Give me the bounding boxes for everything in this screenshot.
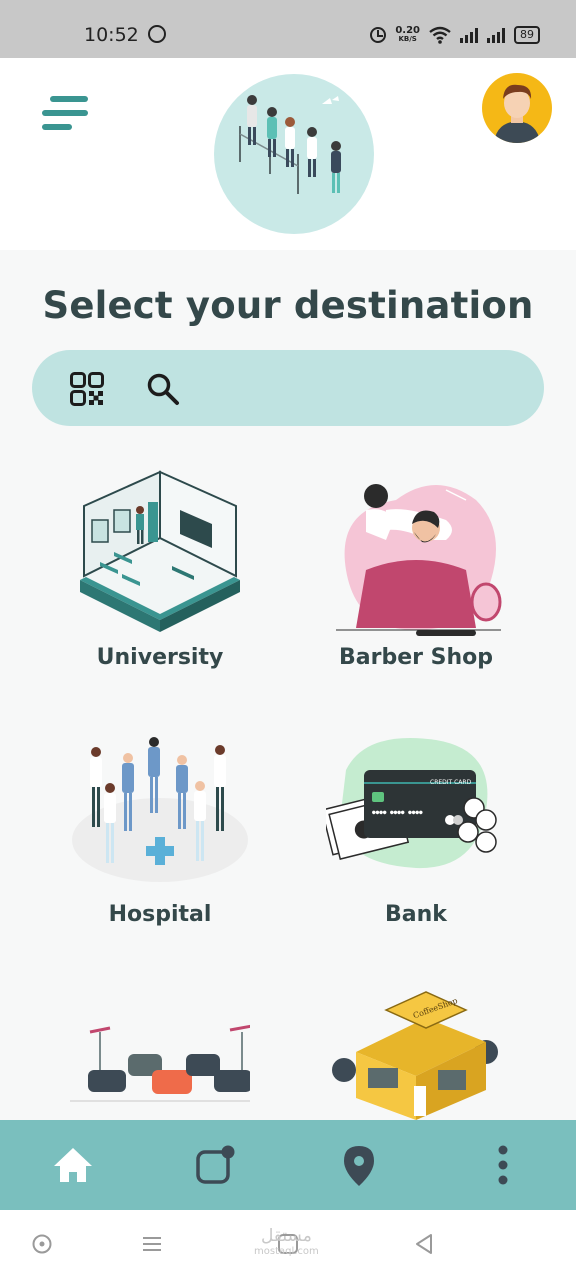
search-bar[interactable] [32, 350, 544, 426]
hospital-staff-illustration [72, 737, 248, 882]
watermark: مستقل mostaql.com [254, 1228, 319, 1260]
battery-icon: 89 [514, 26, 540, 44]
barber-shop-illustration [336, 484, 502, 636]
bottom-navigation [0, 1120, 576, 1210]
battery-level: 89 [520, 28, 534, 41]
card-text: CREDIT CARD [430, 779, 472, 786]
status-bar: 10:52 0.20 KB/S 89 [0, 0, 576, 58]
bank-credit-card-illustration: CREDIT CARD ●●●● ●●●● ●●●● [326, 738, 497, 869]
recent-apps-icon[interactable] [30, 1232, 54, 1256]
status-icons: 0.20 KB/S 89 [370, 24, 540, 46]
back-icon[interactable] [412, 1232, 436, 1256]
watermark-arabic: مستقل [260, 1226, 312, 1246]
destination-card-coffee-shop[interactable]: CoffeeShop [286, 990, 546, 1120]
destination-label: Hospital [108, 902, 212, 927]
watermark-latin: mostaql.com [254, 1246, 319, 1257]
university-classroom-illustration [80, 470, 240, 632]
net-speed-value: 0.20 [395, 25, 420, 36]
location-pin-icon[interactable] [336, 1142, 382, 1188]
net-speed: 0.20 KB/S [395, 26, 420, 44]
search-icon[interactable] [146, 372, 180, 406]
menu-lines-icon[interactable] [140, 1232, 164, 1256]
more-vertical-icon[interactable] [480, 1142, 526, 1188]
signal-icon [460, 27, 478, 43]
user-avatar[interactable] [482, 73, 552, 143]
page-title: Select your destination [42, 284, 534, 327]
people-queue-illustration [214, 74, 374, 234]
destination-card-parking[interactable] [30, 990, 290, 1120]
app-header [0, 58, 576, 250]
destination-label: Bank [385, 902, 447, 927]
destination-card-bank[interactable]: CREDIT CARD ●●●● ●●●● ●●●● Bank [286, 730, 546, 935]
destination-card-barber-shop[interactable]: Barber Shop [286, 470, 546, 680]
notification-square-icon[interactable] [192, 1142, 238, 1188]
svg-text:●●●● ●●●● ●●●●: ●●●● ●●●● ●●●● [372, 809, 423, 816]
system-navigation-bar: مستقل mostaql.com [0, 1210, 576, 1280]
alarm-icon [370, 27, 387, 43]
coffee-shop-illustration: CoffeeShop [332, 991, 498, 1120]
home-icon[interactable] [50, 1142, 96, 1188]
destination-label: Barber Shop [338, 645, 493, 670]
destination-label: University [96, 645, 224, 670]
wifi-icon [429, 26, 451, 44]
status-time: 10:52 [84, 24, 139, 46]
qr-code-icon[interactable] [70, 372, 104, 406]
destination-card-hospital[interactable]: Hospital [30, 730, 290, 935]
destination-card-university[interactable]: University [30, 470, 290, 680]
net-speed-unit: KB/S [398, 35, 417, 43]
whatsapp-icon [148, 25, 166, 43]
hamburger-menu-icon[interactable] [42, 96, 90, 134]
signal-icon [487, 27, 505, 43]
